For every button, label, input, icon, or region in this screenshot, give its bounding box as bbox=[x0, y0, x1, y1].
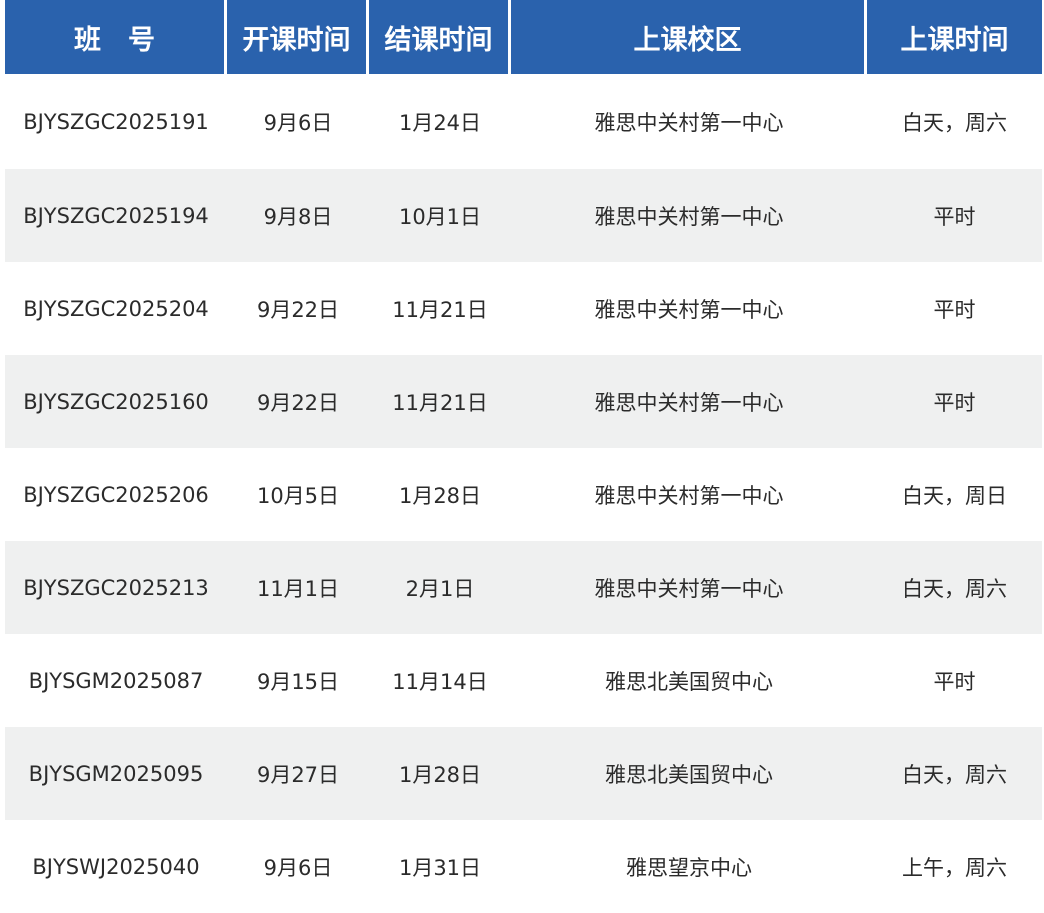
cell-class-number: BJYSWJ2025040 bbox=[5, 820, 227, 913]
cell-class-number: BJYSZGC2025204 bbox=[5, 262, 227, 355]
cell-start-date: 9月6日 bbox=[227, 820, 369, 913]
header-class-time: 上课时间 bbox=[867, 0, 1042, 74]
cell-class-number: BJYSGM2025095 bbox=[5, 727, 227, 820]
table-row: BJYSZGC2025194 9月8日 10月1日 雅思中关村第一中心 平时 bbox=[5, 169, 1042, 262]
header-campus: 上课校区 bbox=[511, 0, 867, 74]
cell-end-date: 1月31日 bbox=[369, 820, 511, 913]
cell-class-time: 平时 bbox=[867, 355, 1042, 448]
cell-end-date: 1月24日 bbox=[369, 74, 511, 169]
cell-class-number: BJYSZGC2025191 bbox=[5, 74, 227, 169]
cell-start-date: 9月27日 bbox=[227, 727, 369, 820]
cell-class-time: 白天，周六 bbox=[867, 727, 1042, 820]
cell-end-date: 11月14日 bbox=[369, 634, 511, 727]
header-class-number: 班 号 bbox=[5, 0, 227, 74]
table-row: BJYSWJ2025040 9月6日 1月31日 雅思望京中心 上午，周六 bbox=[5, 820, 1042, 913]
cell-start-date: 11月1日 bbox=[227, 541, 369, 634]
table-row: BJYSZGC2025213 11月1日 2月1日 雅思中关村第一中心 白天，周… bbox=[5, 541, 1042, 634]
table-header: 班 号 开课时间 结课时间 上课校区 上课时间 bbox=[5, 0, 1042, 74]
cell-start-date: 9月22日 bbox=[227, 355, 369, 448]
table-row: BJYSZGC2025204 9月22日 11月21日 雅思中关村第一中心 平时 bbox=[5, 262, 1042, 355]
cell-start-date: 9月22日 bbox=[227, 262, 369, 355]
cell-class-time: 平时 bbox=[867, 634, 1042, 727]
table-row: BJYSZGC2025206 10月5日 1月28日 雅思中关村第一中心 白天，… bbox=[5, 448, 1042, 541]
header-end-date: 结课时间 bbox=[369, 0, 511, 74]
cell-campus: 雅思中关村第一中心 bbox=[511, 74, 867, 169]
cell-campus: 雅思中关村第一中心 bbox=[511, 448, 867, 541]
table-row: BJYSZGC2025191 9月6日 1月24日 雅思中关村第一中心 白天，周… bbox=[5, 74, 1042, 169]
cell-class-time: 平时 bbox=[867, 262, 1042, 355]
cell-campus: 雅思望京中心 bbox=[511, 820, 867, 913]
cell-campus: 雅思北美国贸中心 bbox=[511, 727, 867, 820]
cell-class-time: 白天，周日 bbox=[867, 448, 1042, 541]
cell-start-date: 9月6日 bbox=[227, 74, 369, 169]
cell-class-time: 上午，周六 bbox=[867, 820, 1042, 913]
header-row: 班 号 开课时间 结课时间 上课校区 上课时间 bbox=[5, 0, 1042, 74]
cell-end-date: 10月1日 bbox=[369, 169, 511, 262]
cell-start-date: 9月15日 bbox=[227, 634, 369, 727]
cell-class-time: 白天，周六 bbox=[867, 74, 1042, 169]
header-start-date: 开课时间 bbox=[227, 0, 369, 74]
cell-end-date: 11月21日 bbox=[369, 355, 511, 448]
cell-end-date: 2月1日 bbox=[369, 541, 511, 634]
cell-campus: 雅思中关村第一中心 bbox=[511, 262, 867, 355]
cell-end-date: 11月21日 bbox=[369, 262, 511, 355]
cell-class-number: BJYSGM2025087 bbox=[5, 634, 227, 727]
cell-campus: 雅思中关村第一中心 bbox=[511, 169, 867, 262]
cell-campus: 雅思中关村第一中心 bbox=[511, 355, 867, 448]
cell-start-date: 9月8日 bbox=[227, 169, 369, 262]
table-row: BJYSGM2025087 9月15日 11月14日 雅思北美国贸中心 平时 bbox=[5, 634, 1042, 727]
cell-end-date: 1月28日 bbox=[369, 448, 511, 541]
cell-campus: 雅思中关村第一中心 bbox=[511, 541, 867, 634]
cell-class-number: BJYSZGC2025206 bbox=[5, 448, 227, 541]
cell-class-number: BJYSZGC2025160 bbox=[5, 355, 227, 448]
cell-class-time: 白天，周六 bbox=[867, 541, 1042, 634]
cell-start-date: 10月5日 bbox=[227, 448, 369, 541]
table-body: BJYSZGC2025191 9月6日 1月24日 雅思中关村第一中心 白天，周… bbox=[5, 74, 1042, 913]
cell-class-time: 平时 bbox=[867, 169, 1042, 262]
cell-class-number: BJYSZGC2025213 bbox=[5, 541, 227, 634]
class-schedule-table: 班 号 开课时间 结课时间 上课校区 上课时间 BJYSZGC2025191 9… bbox=[5, 0, 1042, 913]
cell-class-number: BJYSZGC2025194 bbox=[5, 169, 227, 262]
cell-end-date: 1月28日 bbox=[369, 727, 511, 820]
table-row: BJYSGM2025095 9月27日 1月28日 雅思北美国贸中心 白天，周六 bbox=[5, 727, 1042, 820]
table-row: BJYSZGC2025160 9月22日 11月21日 雅思中关村第一中心 平时 bbox=[5, 355, 1042, 448]
cell-campus: 雅思北美国贸中心 bbox=[511, 634, 867, 727]
